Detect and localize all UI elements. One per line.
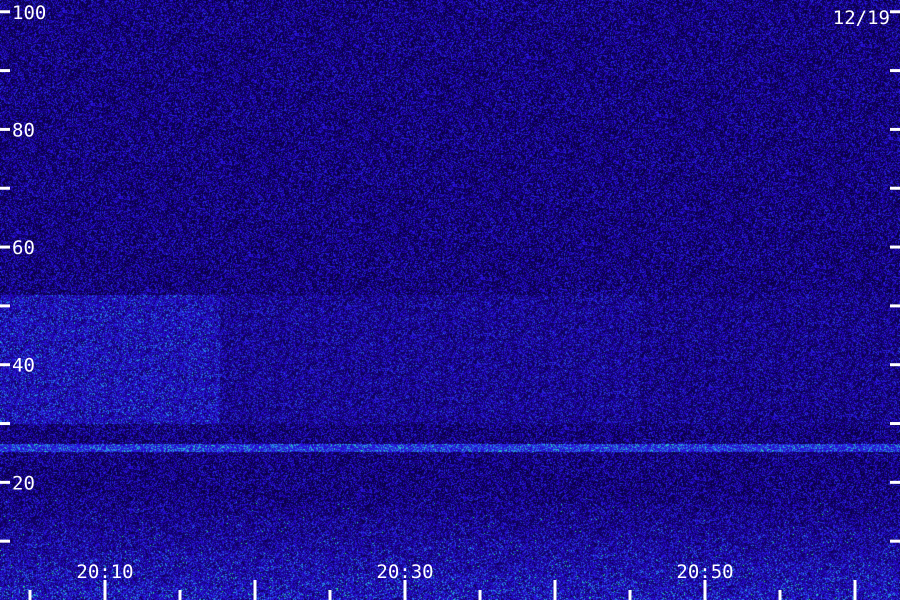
date-label: 12/19 xyxy=(833,7,890,29)
x-tick-label: 20:10 xyxy=(76,561,133,583)
y-tick-label: 60 xyxy=(12,237,35,259)
y-tick-label: 20 xyxy=(12,472,35,494)
spectrogram-panel: 20 40 60 80 100 20:10 20:30 20:50 12/19 xyxy=(0,0,900,600)
x-axis: 20:10 20:30 20:50 xyxy=(28,561,857,600)
axis-overlay: 20 40 60 80 100 20:10 20:30 20:50 12/19 xyxy=(0,2,900,600)
x-tick-label: 20:50 xyxy=(676,561,733,583)
y-tick-label: 40 xyxy=(12,355,35,377)
x-tick-label: 20:30 xyxy=(376,561,433,583)
y-axis: 20 40 60 80 100 xyxy=(0,2,900,543)
y-tick-label: 100 xyxy=(12,2,46,24)
y-tick-label: 80 xyxy=(12,119,35,141)
